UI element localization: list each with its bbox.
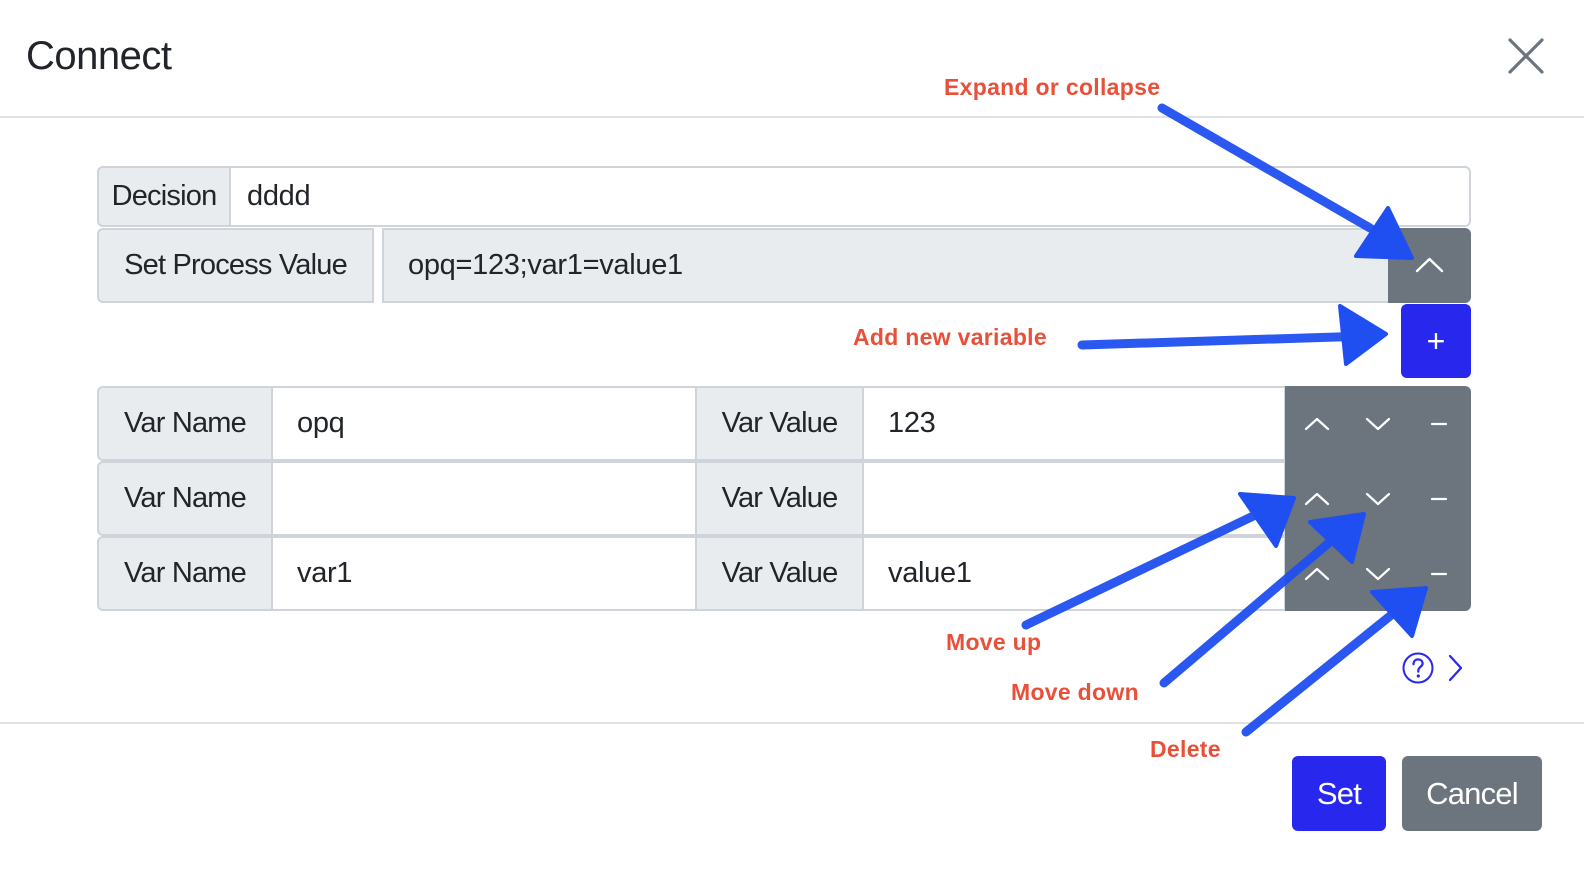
- move-down-button[interactable]: [1352, 461, 1404, 536]
- move-down-icon: [1365, 567, 1391, 580]
- annotation-move-up: Move up: [946, 629, 1042, 655]
- var-value-input[interactable]: value1: [862, 536, 1286, 611]
- var-name-input[interactable]: [271, 461, 697, 536]
- expand-collapse-button[interactable]: [1388, 228, 1471, 303]
- chevron-right-icon: [1448, 654, 1463, 682]
- move-up-button[interactable]: [1291, 386, 1343, 461]
- annotation-add: Add new variable: [853, 324, 1047, 350]
- delete-icon: [1430, 497, 1448, 500]
- set-button[interactable]: Set: [1292, 756, 1386, 831]
- process-value-label: Set Process Value: [97, 228, 374, 303]
- delete-button[interactable]: [1413, 536, 1465, 611]
- move-down-icon: [1365, 492, 1391, 505]
- decision-input[interactable]: dddd: [229, 166, 1471, 227]
- delete-button[interactable]: [1413, 461, 1465, 536]
- close-button[interactable]: [1506, 36, 1546, 76]
- add-arrow-head: [1338, 304, 1388, 366]
- add-arrow-shaft: [1077, 331, 1373, 350]
- var-name-input[interactable]: opq: [271, 386, 697, 461]
- var-name-input[interactable]: var1: [271, 536, 697, 611]
- help-button[interactable]: [1400, 650, 1436, 686]
- annotation-expand: Expand or collapse: [944, 74, 1161, 100]
- modal-footer-divider: [0, 722, 1584, 724]
- delete-icon: [1430, 572, 1448, 575]
- cancel-button[interactable]: Cancel: [1402, 756, 1542, 831]
- add-variable-button[interactable]: +: [1401, 304, 1471, 378]
- chevron-up-icon: [1415, 257, 1444, 273]
- var-value-input[interactable]: [862, 461, 1286, 536]
- next-button[interactable]: [1442, 650, 1468, 686]
- move-up-icon: [1304, 417, 1330, 430]
- move-up-icon: [1304, 492, 1330, 505]
- move-up-button[interactable]: [1291, 536, 1343, 611]
- move-up-button[interactable]: [1291, 461, 1343, 536]
- annotation-move-down: Move down: [1011, 679, 1139, 705]
- modal-title: Connect: [26, 34, 172, 78]
- var-value-label: Var Value: [695, 536, 864, 611]
- var-value-label: Var Value: [695, 386, 864, 461]
- help-icon: [1402, 652, 1434, 684]
- modal-header: Connect: [0, 0, 1584, 118]
- process-value-input[interactable]: opq=123;var1=value1: [382, 228, 1392, 303]
- decision-label: Decision: [97, 166, 231, 227]
- delete-icon: [1430, 422, 1448, 425]
- var-value-label: Var Value: [695, 461, 864, 536]
- move-up-icon: [1304, 567, 1330, 580]
- var-name-label: Var Name: [97, 386, 273, 461]
- delete-button[interactable]: [1413, 386, 1465, 461]
- var-name-label: Var Name: [97, 536, 273, 611]
- annotation-delete: Delete: [1150, 736, 1221, 762]
- move-down-button[interactable]: [1352, 386, 1404, 461]
- var-value-input[interactable]: 123: [862, 386, 1286, 461]
- close-icon: [1508, 38, 1544, 74]
- var-name-label: Var Name: [97, 461, 273, 536]
- move-down-button[interactable]: [1352, 536, 1404, 611]
- delete-arrow-shaft: [1241, 603, 1405, 737]
- move-down-icon: [1365, 417, 1391, 430]
